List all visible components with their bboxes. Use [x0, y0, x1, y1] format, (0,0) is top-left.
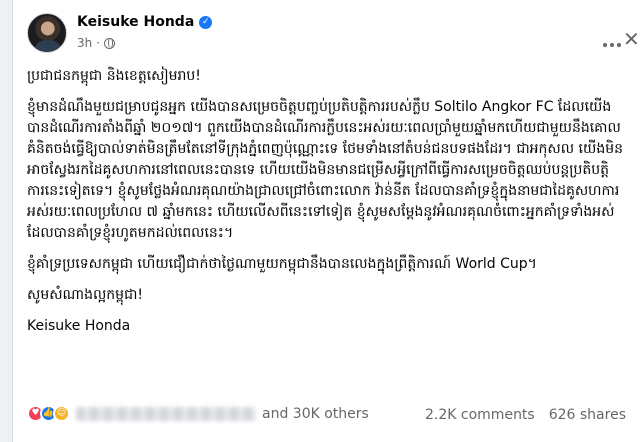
care-reaction-icon: ☺: [53, 405, 70, 422]
reactor-names-blurred: [76, 406, 256, 421]
post-signature: Keisuke Honda: [27, 318, 131, 334]
author-name[interactable]: Keisuke Honda: [77, 14, 194, 30]
post-card: Keisuke Honda ✓ 3h · ✕ ប្រជាជនកម្ពុជា និ…: [12, 0, 640, 442]
post-paragraph-wishes: សូមសំណាងល្អកម្ពុជា!: [27, 287, 144, 303]
post-paragraph-main: ខ្ញុំមានដំណឹងមួយជម្រាបជូនអ្នក យើងបានសម្រ…: [27, 99, 623, 241]
reactions-summary[interactable]: ♥ 👍 ☺ and 30K others: [27, 405, 369, 422]
more-options-icon[interactable]: [601, 37, 622, 47]
shares-count[interactable]: 626 shares: [549, 407, 626, 423]
post-header: Keisuke Honda ✓ 3h · ✕: [27, 13, 640, 57]
post-paragraph-world-cup: ខ្ញុំគាំទ្រប្រទេសកម្ពុជា ហើយជឿជាក់ថាថ្ងៃ…: [27, 256, 537, 272]
verified-badge-icon: ✓: [199, 15, 213, 29]
post-meta: 3h ·: [77, 36, 116, 50]
post-stats: 2.2K comments 626 shares: [425, 407, 626, 423]
author-avatar[interactable]: [27, 13, 67, 53]
reaction-count[interactable]: and 30K others: [262, 406, 369, 422]
post-time[interactable]: 3h: [77, 36, 92, 50]
post-body: ប្រជាជនកម្ពុជា និងខេត្តសៀមរាប! ខ្ញុំមានដ…: [27, 66, 625, 347]
author-row: Keisuke Honda ✓: [77, 14, 213, 30]
globe-icon: [104, 37, 116, 49]
comments-count[interactable]: 2.2K comments: [425, 407, 535, 423]
close-icon[interactable]: ✕: [623, 29, 640, 49]
post-greeting: ប្រជាជនកម្ពុជា និងខេត្តសៀមរាប!: [27, 68, 201, 84]
